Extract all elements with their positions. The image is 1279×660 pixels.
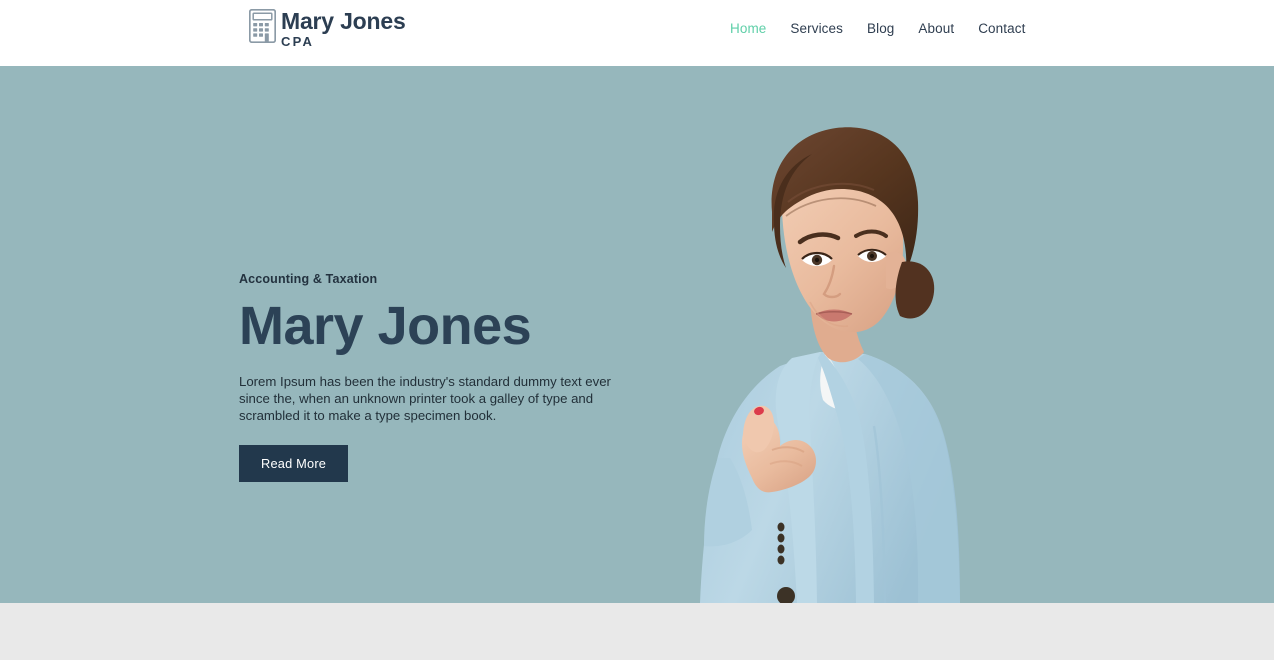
brand-text: Mary Jones CPA bbox=[281, 9, 406, 50]
nav-item-blog[interactable]: Blog bbox=[855, 21, 906, 36]
site-header: Mary Jones CPA Home Services Blog About … bbox=[0, 0, 1274, 66]
hero-eyebrow: Accounting & Taxation bbox=[239, 272, 378, 286]
nav-item-about[interactable]: About bbox=[906, 21, 966, 36]
brand-name: Mary Jones bbox=[281, 8, 406, 34]
next-section-placeholder bbox=[0, 603, 1274, 660]
brand-logo[interactable]: Mary Jones CPA bbox=[249, 9, 406, 50]
read-more-button[interactable]: Read More bbox=[239, 444, 349, 482]
brand-subtitle: CPA bbox=[281, 34, 315, 49]
hero-portrait-image bbox=[660, 66, 1000, 603]
nav-item-services[interactable]: Services bbox=[778, 21, 855, 36]
scrollbar-gutter[interactable] bbox=[1274, 0, 1279, 660]
hero-description: Lorem Ipsum has been the industry's stan… bbox=[239, 373, 611, 423]
calculator-icon bbox=[249, 9, 276, 43]
main-navigation: Home Services Blog About Contact bbox=[718, 21, 1037, 36]
nav-item-contact[interactable]: Contact bbox=[966, 21, 1037, 36]
nav-item-home[interactable]: Home bbox=[718, 21, 778, 36]
page-root: Mary Jones CPA Home Services Blog About … bbox=[0, 0, 1279, 660]
hero-copy: Accounting & Taxation Mary Jones Lorem I… bbox=[239, 272, 659, 482]
hero-section: Accounting & Taxation Mary Jones Lorem I… bbox=[0, 66, 1274, 603]
page-title: Mary Jones bbox=[239, 296, 532, 356]
